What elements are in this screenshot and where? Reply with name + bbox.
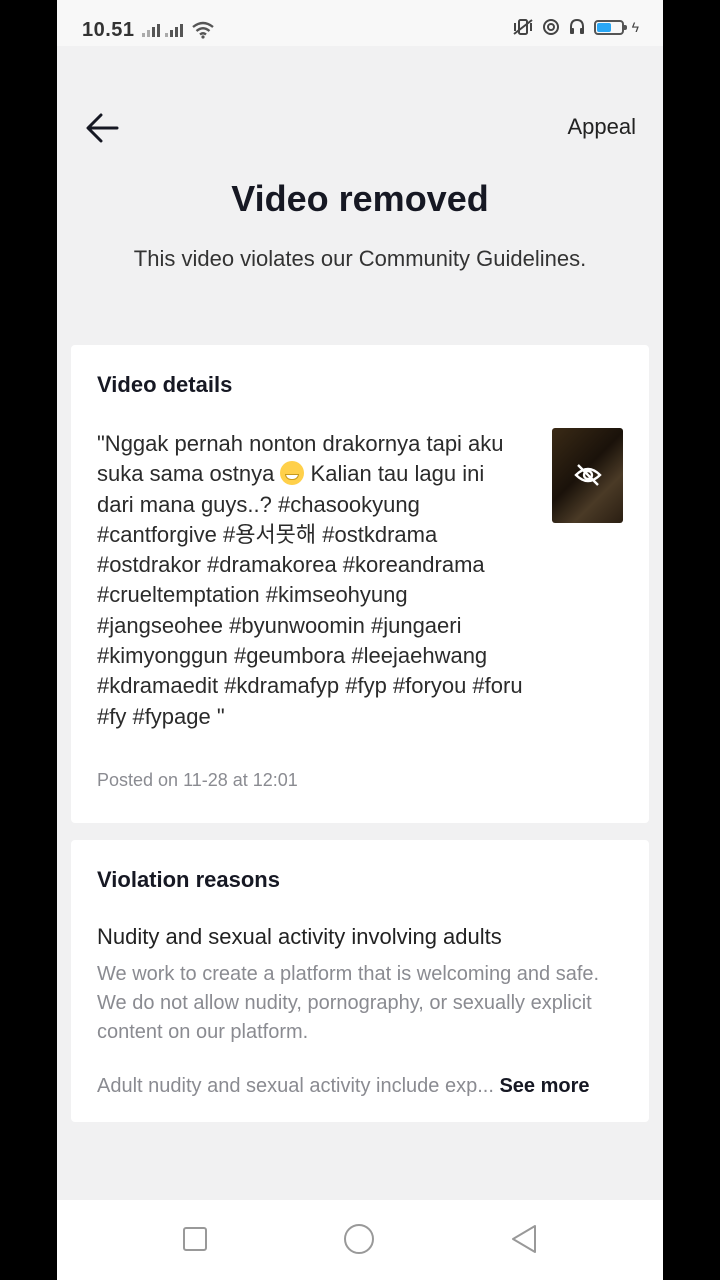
home-icon: [344, 1224, 374, 1254]
app-screen: 10.51 ϟ Appeal Video removed This video …: [57, 0, 663, 1280]
page-subtitle: This video violates our Community Guidel…: [133, 246, 587, 271]
system-nav-bar: [57, 1200, 663, 1280]
signal-icon: [142, 23, 160, 37]
wifi-icon: [192, 21, 214, 39]
video-description: "Nggak pernah nonton drakornya tapi aku …: [97, 429, 527, 732]
back-triangle-icon: [512, 1225, 536, 1253]
video-thumbnail[interactable]: [552, 428, 623, 523]
home-button[interactable]: [343, 1224, 375, 1261]
see-more-link[interactable]: See more: [494, 1075, 589, 1097]
violation-reason-more-text: Adult nudity and sexual activity include…: [97, 1075, 494, 1097]
grinning-face-icon: [280, 461, 305, 486]
posted-date: Posted on 11-28 at 12:01: [97, 770, 298, 790]
recent-apps-icon: [183, 1227, 207, 1251]
eye-off-icon: [574, 464, 602, 486]
arrow-left-icon: [86, 113, 119, 143]
vibrate-icon: [512, 19, 533, 35]
charging-icon: ϟ: [631, 19, 639, 35]
violation-reason-text: We work to create a platform that is wel…: [97, 963, 600, 1043]
violation-reasons-card: Violation reasons Nudity and sexual acti…: [71, 840, 649, 1122]
battery-icon: [593, 19, 627, 35]
violation-reasons-heading: Violation reasons: [97, 867, 280, 892]
page-title: Video removed: [231, 178, 489, 219]
video-details-card: Video details "Nggak pernah nonton drako…: [71, 345, 649, 823]
video-details-heading: Video details: [97, 372, 233, 397]
video-description-part2: Kalian tau lagu ini dari mana guys..? #c…: [97, 461, 529, 729]
back-button[interactable]: [83, 110, 123, 150]
signal-icon: [165, 23, 183, 37]
alarm-icon: [542, 19, 559, 35]
status-icons-right: ϟ: [512, 18, 639, 36]
violation-reason-title: Nudity and sexual activity involving adu…: [97, 924, 502, 949]
status-time: 10.51: [82, 19, 135, 41]
status-bar: 10.51 ϟ: [57, 0, 663, 46]
appeal-button[interactable]: Appeal: [567, 114, 636, 140]
recent-apps-button[interactable]: [181, 1224, 209, 1259]
nav-back-button[interactable]: [509, 1224, 539, 1261]
headset-icon: [569, 18, 584, 34]
violation-reason-excerpt: Adult nudity and sexual activity include…: [97, 1072, 627, 1101]
